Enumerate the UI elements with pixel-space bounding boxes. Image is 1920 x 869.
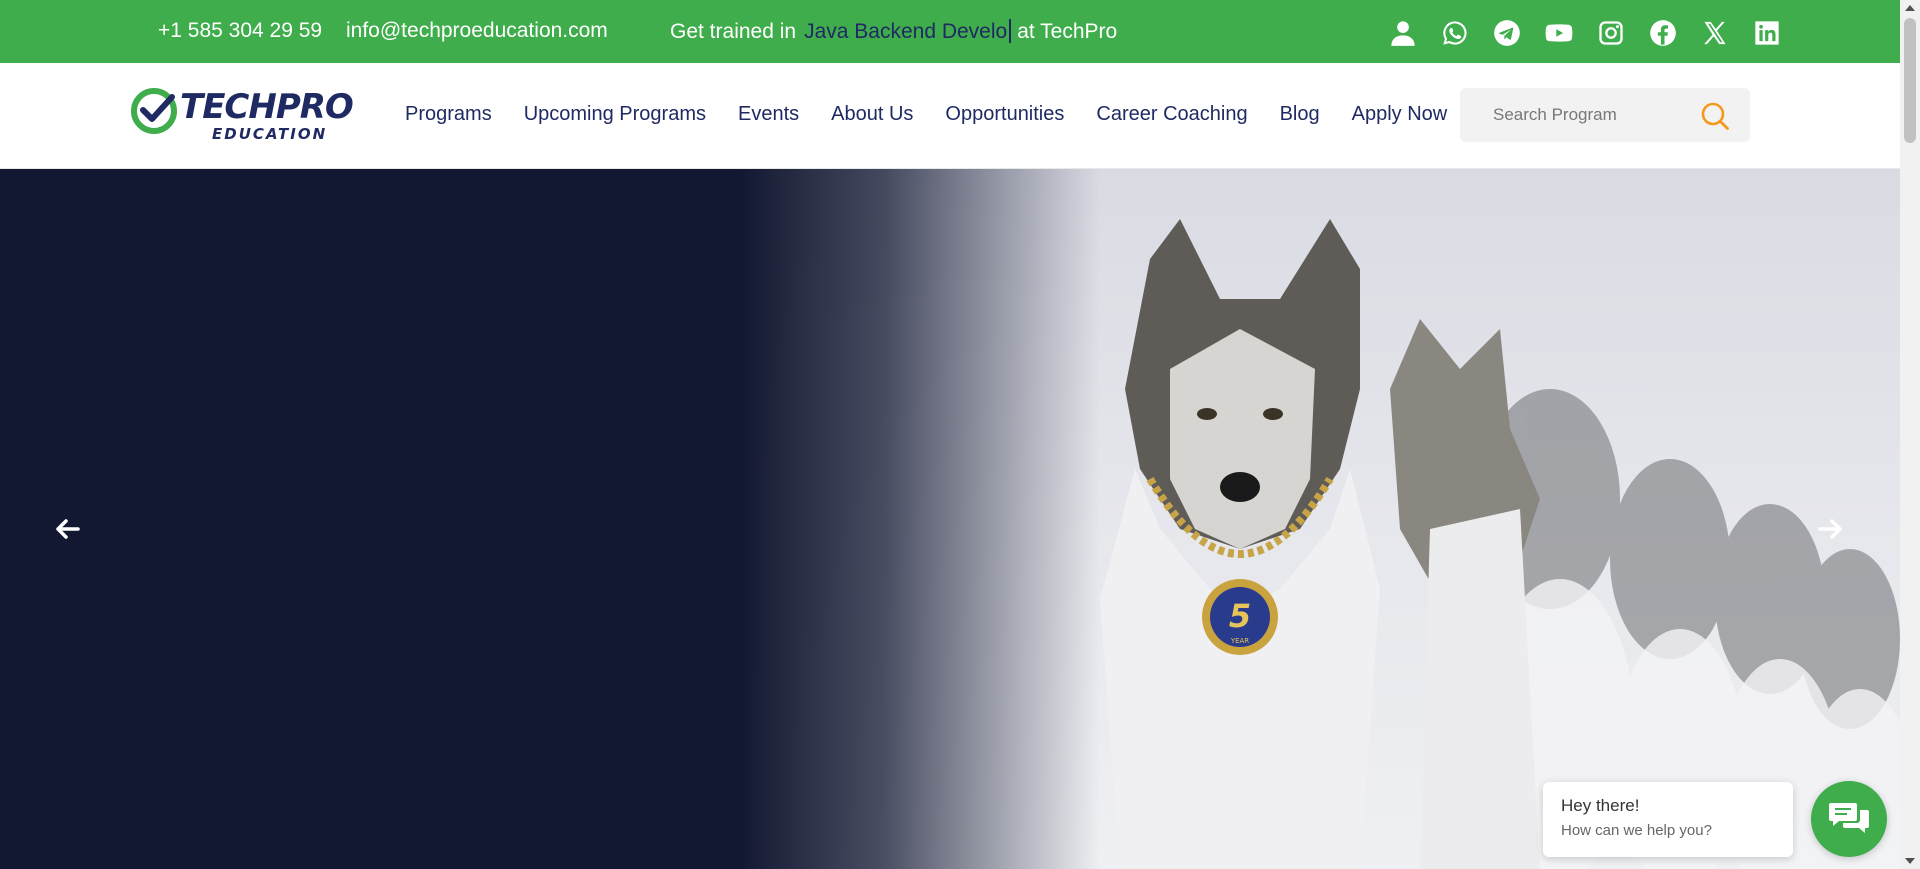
nav-blog[interactable]: Blog: [1280, 103, 1320, 126]
chat-open-button[interactable]: [1811, 781, 1887, 857]
telegram-icon[interactable]: [1490, 16, 1524, 50]
youtube-icon[interactable]: [1542, 16, 1576, 50]
typing-caret: [1009, 19, 1012, 43]
chat-icon: [1829, 803, 1869, 833]
phone-link[interactable]: +1 585 304 29 59: [158, 19, 322, 43]
search-box: [1460, 88, 1750, 142]
user-icon[interactable]: [1386, 16, 1420, 50]
main-header: TECHPRO EDUCATION Programs Upcoming Prog…: [0, 63, 1900, 169]
promo-typed-program: Java Backend Develo: [804, 20, 1008, 43]
top-bar: +1 585 304 29 59 info@techproeducation.c…: [0, 0, 1900, 63]
nav-upcoming-programs[interactable]: Upcoming Programs: [524, 103, 706, 126]
search-input[interactable]: [1460, 88, 1700, 142]
linkedin-icon[interactable]: [1750, 16, 1784, 50]
email-link[interactable]: info@techproeducation.com: [346, 19, 608, 43]
nav-career-coaching[interactable]: Career Coaching: [1096, 103, 1247, 126]
nav-opportunities[interactable]: Opportunities: [945, 103, 1064, 126]
nav-apply-now[interactable]: Apply Now: [1352, 103, 1448, 126]
scroll-up-arrow[interactable]: [1905, 5, 1915, 11]
facebook-icon[interactable]: [1646, 16, 1680, 50]
techpro-logo[interactable]: TECHPRO EDUCATION: [130, 85, 365, 145]
chat-greeting-bubble[interactable]: Hey there! How can we help you?: [1543, 782, 1793, 857]
promo-prefix: Get trained in: [670, 20, 797, 43]
promo-text: Get trained in Java Backend Develo at Tech…: [670, 19, 1117, 44]
page: +1 585 304 29 59 info@techproeducation.c…: [0, 0, 1920, 869]
nav-about-us[interactable]: About Us: [831, 103, 913, 126]
slider-prev-arrow[interactable]: [48, 509, 88, 549]
slider-next-arrow[interactable]: [1810, 509, 1850, 549]
hero-slider: 5 YEAR: [0, 169, 1900, 869]
chat-prompt: How can we help you?: [1561, 822, 1712, 839]
promo-suffix: at TechPro: [1017, 20, 1118, 43]
hero-gradient-overlay: [740, 169, 1100, 869]
whatsapp-icon[interactable]: [1438, 16, 1472, 50]
page-scrollbar[interactable]: [1900, 0, 1920, 869]
scrollbar-thumb[interactable]: [1904, 18, 1916, 143]
search-icon[interactable]: [1700, 101, 1730, 131]
scroll-down-arrow[interactable]: [1905, 858, 1915, 864]
x-icon[interactable]: [1698, 16, 1732, 50]
logo-subtitle: EDUCATION: [212, 125, 328, 143]
medal-number: 5: [1229, 597, 1251, 635]
logo-wordmark: TECHPRO: [180, 87, 354, 127]
instagram-icon[interactable]: [1594, 16, 1628, 50]
nav-programs[interactable]: Programs: [405, 103, 492, 126]
medal-subtext: YEAR: [1230, 637, 1249, 645]
chat-greeting: Hey there!: [1561, 796, 1640, 815]
main-nav: Programs Upcoming Programs Events About …: [405, 103, 1479, 126]
social-links: [1386, 16, 1784, 50]
nav-events[interactable]: Events: [738, 103, 799, 126]
